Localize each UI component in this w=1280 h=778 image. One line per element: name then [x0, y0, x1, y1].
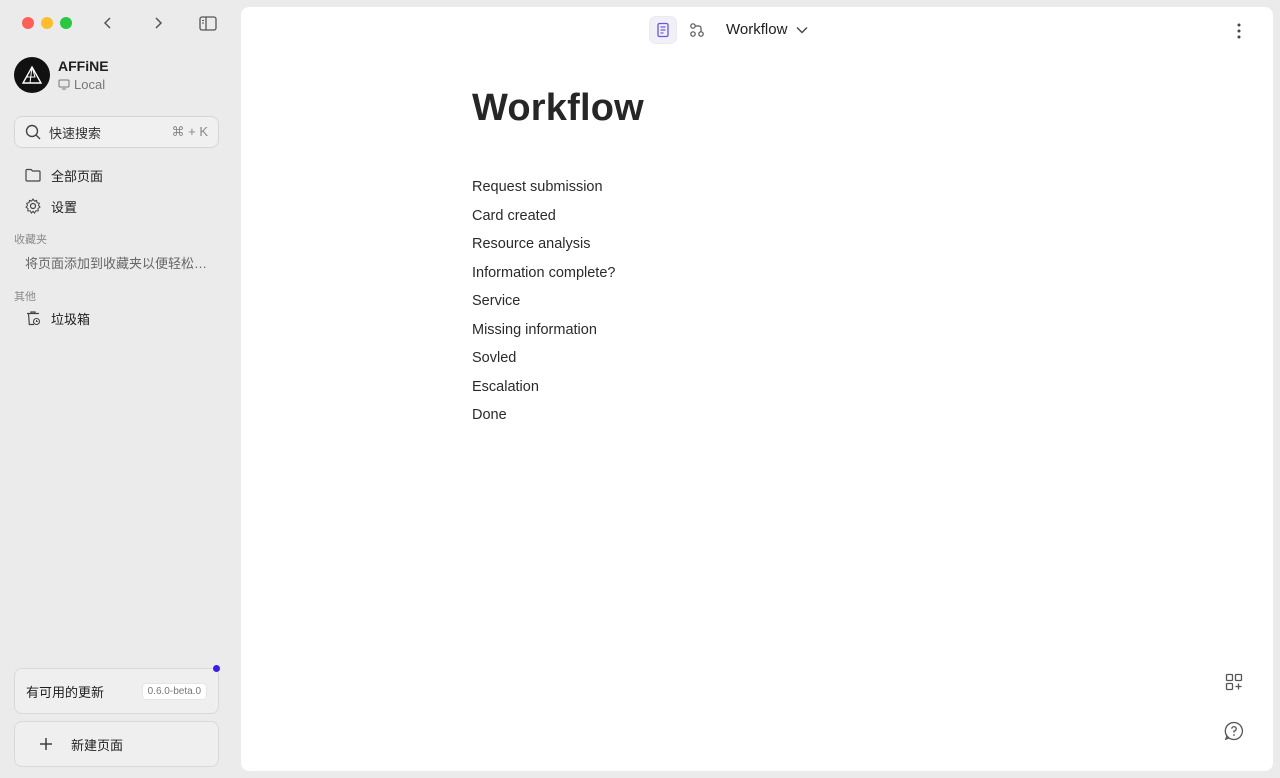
chevron-down-icon	[796, 26, 808, 33]
quick-search-button[interactable]: 快速搜索 ⌘ + K	[14, 116, 219, 148]
window-controls	[22, 17, 72, 29]
editor-area: Workflow Workflow Request submission Car…	[241, 7, 1273, 771]
maximize-window-button[interactable]	[60, 17, 72, 29]
edgeless-mode-button[interactable]	[684, 17, 710, 43]
more-vertical-icon	[1237, 23, 1241, 39]
update-available-button[interactable]: 有可用的更新 0.6.0-beta.0	[14, 668, 219, 714]
text-block[interactable]: Escalation	[472, 375, 615, 404]
text-block[interactable]: Done	[472, 403, 615, 432]
edgeless-mode-icon	[690, 23, 704, 37]
update-indicator-dot	[213, 665, 220, 672]
text-block[interactable]: Information complete?	[472, 261, 615, 290]
sidebar-toggle-icon[interactable]	[197, 12, 219, 34]
help-button[interactable]	[1222, 719, 1246, 743]
workspace-name: AFFiNE	[58, 58, 109, 74]
update-label: 有可用的更新	[26, 684, 105, 700]
sidebar-item-label: 设置	[51, 199, 78, 215]
sidebar-item-label: 垃圾箱	[51, 311, 91, 327]
add-widget-button[interactable]	[1222, 670, 1246, 694]
text-block[interactable]: Resource analysis	[472, 232, 615, 261]
sidebar-item-settings[interactable]: 设置	[14, 192, 219, 220]
sidebar-item-all-pages[interactable]: 全部页面	[14, 161, 219, 189]
search-icon	[25, 124, 41, 140]
others-section-title: 其他	[14, 291, 36, 303]
document-blocks: Request submission Card created Resource…	[472, 175, 615, 432]
quick-search-label: 快速搜索	[49, 125, 102, 141]
mode-switch	[650, 17, 710, 43]
more-options-button[interactable]	[1229, 21, 1249, 41]
help-icon	[1224, 721, 1244, 741]
gear-icon	[25, 198, 41, 214]
text-block[interactable]: Missing information	[472, 318, 615, 347]
local-storage-icon	[58, 79, 70, 90]
trash-icon	[27, 311, 41, 326]
favorites-section-title: 收藏夹	[14, 234, 47, 246]
chevron-left-icon[interactable]	[97, 12, 119, 34]
doc-title-label: Workflow	[726, 21, 788, 38]
version-badge: 0.6.0-beta.0	[141, 682, 207, 700]
quick-search-shortcut: ⌘ + K	[171, 124, 209, 139]
text-block[interactable]: Card created	[472, 204, 615, 233]
sidebar: AFFiNE Local 快速搜索 ⌘ + K 全部页面 设置 收藏夹 将页面添…	[0, 0, 240, 778]
page-mode-button[interactable]	[650, 17, 676, 43]
new-page-button[interactable]: 新建页面	[14, 721, 219, 767]
folder-icon	[25, 168, 41, 182]
workspace-avatar	[14, 57, 50, 93]
page-mode-icon	[657, 22, 669, 38]
page-title[interactable]: Workflow	[472, 87, 644, 130]
new-page-label: 新建页面	[71, 737, 124, 753]
chevron-right-icon[interactable]	[147, 12, 169, 34]
sidebar-item-label: 全部页面	[51, 168, 104, 184]
minimize-window-button[interactable]	[41, 17, 53, 29]
plus-icon	[40, 738, 52, 750]
text-block[interactable]: Sovled	[472, 346, 615, 375]
workspace-storage-label: Local	[74, 77, 106, 92]
text-block[interactable]: Service	[472, 289, 615, 318]
workspace-switcher[interactable]: AFFiNE Local	[14, 57, 109, 93]
favorites-empty-hint: 将页面添加到收藏夹以便轻松访问	[25, 256, 210, 271]
doc-title-dropdown[interactable]: Workflow	[726, 21, 808, 38]
close-window-button[interactable]	[22, 17, 34, 29]
sidebar-item-trash[interactable]: 垃圾箱	[14, 304, 219, 332]
apps-plus-icon	[1225, 673, 1243, 691]
text-block[interactable]: Request submission	[472, 175, 615, 204]
